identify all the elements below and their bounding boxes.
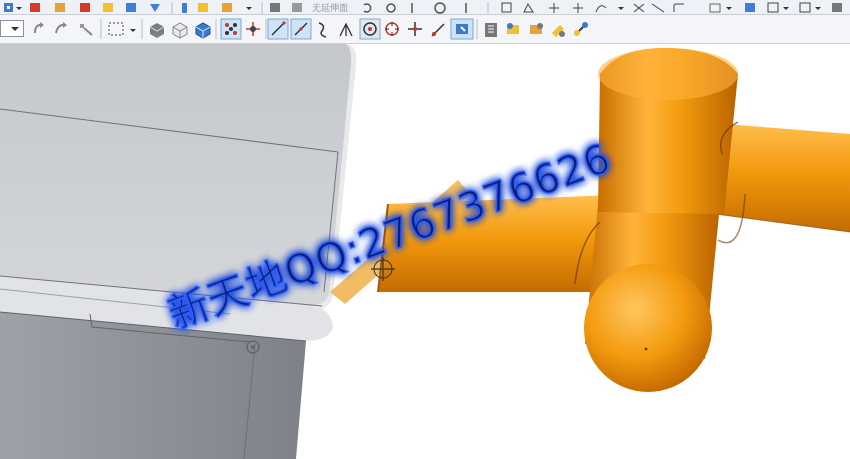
circle-snap-icon[interactable]: [385, 22, 399, 36]
snap-point-icon[interactable]: [220, 18, 242, 40]
zoom-icon[interactable]: [80, 24, 93, 36]
wireframe-view-icon[interactable]: [172, 22, 188, 39]
filter-icon[interactable]: [507, 23, 519, 34]
quick-pick-icon[interactable]: [450, 18, 474, 40]
line-snap-icon[interactable]: [267, 18, 289, 40]
perpendicular-icon[interactable]: [339, 22, 353, 37]
chevron-down-icon[interactable]: [130, 29, 136, 32]
main-toolbar-icons: [34, 18, 588, 40]
color-icon[interactable]: [552, 25, 565, 37]
model-scene[interactable]: 新天地QQ:2767376626: [0, 44, 850, 459]
rotate-icon[interactable]: [34, 22, 44, 34]
shaded-edges-icon[interactable]: [195, 22, 211, 39]
center-snap-icon[interactable]: [359, 18, 381, 40]
pan-icon[interactable]: [55, 22, 67, 34]
layer-icon[interactable]: [485, 23, 497, 37]
3d-viewport[interactable]: 新天地QQ:2767376626: [0, 44, 850, 459]
snap-grid-icon[interactable]: [246, 22, 260, 36]
curve-snap-icon[interactable]: [318, 22, 327, 38]
shaded-view-icon[interactable]: [149, 23, 165, 38]
endpoint-icon[interactable]: [431, 23, 445, 37]
settings-icon[interactable]: [530, 23, 543, 34]
tangent-snap-icon[interactable]: [290, 18, 312, 40]
selection-box-icon[interactable]: [108, 22, 124, 36]
intersection-icon[interactable]: [408, 22, 422, 36]
tool-icon[interactable]: [574, 22, 588, 36]
